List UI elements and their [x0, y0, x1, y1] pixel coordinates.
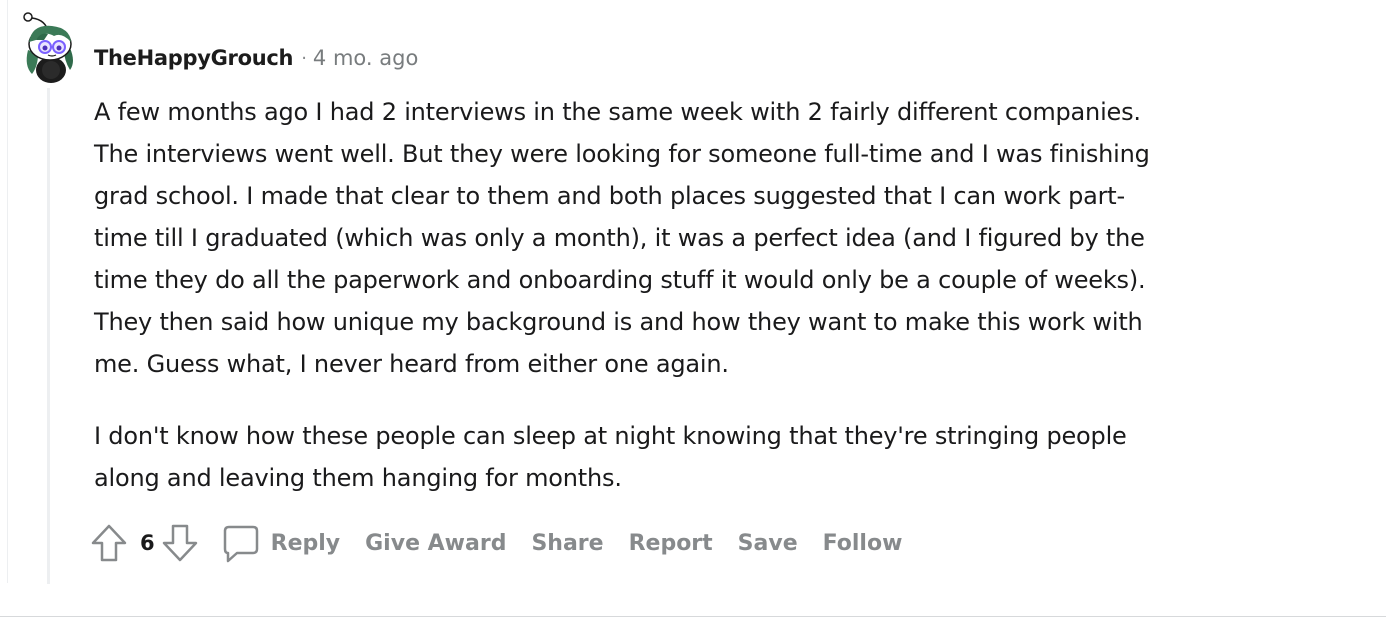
give-award-button[interactable]: Give Award [365, 531, 506, 556]
vote-score: 6 [140, 531, 155, 555]
username-link[interactable]: TheHappyGrouch [94, 46, 293, 70]
user-avatar[interactable] [18, 10, 80, 86]
reply-button[interactable]: Reply [221, 521, 341, 565]
comment-bubble-icon [221, 521, 261, 565]
upvote-arrow-icon [91, 524, 127, 562]
comment-timestamp[interactable]: 4 mo. ago [313, 46, 418, 70]
upvote-button[interactable] [90, 521, 128, 565]
report-button[interactable]: Report [629, 531, 713, 556]
comment-action-bar: 6 Reply Give Award Share Report Save Fol… [90, 520, 902, 566]
bottom-divider [0, 616, 1386, 617]
save-button[interactable]: Save [738, 531, 798, 556]
follow-button[interactable]: Follow [823, 531, 903, 556]
comment-header: TheHappyGrouch · 4 mo. ago [94, 42, 418, 74]
comment-paragraph: I don't know how these people can sleep … [94, 422, 1127, 492]
downvote-arrow-icon [162, 524, 197, 562]
left-border [7, 0, 8, 583]
share-button[interactable]: Share [531, 531, 603, 556]
header-separator: · [301, 47, 307, 69]
snoo-avatar-icon [23, 12, 73, 83]
downvote-button[interactable] [161, 521, 199, 565]
thread-line[interactable] [47, 88, 50, 584]
comment-body: A few months ago I had 2 interviews in t… [94, 91, 1274, 529]
reply-label: Reply [270, 530, 341, 556]
comment-paragraph: A few months ago I had 2 interviews in t… [94, 98, 1150, 378]
